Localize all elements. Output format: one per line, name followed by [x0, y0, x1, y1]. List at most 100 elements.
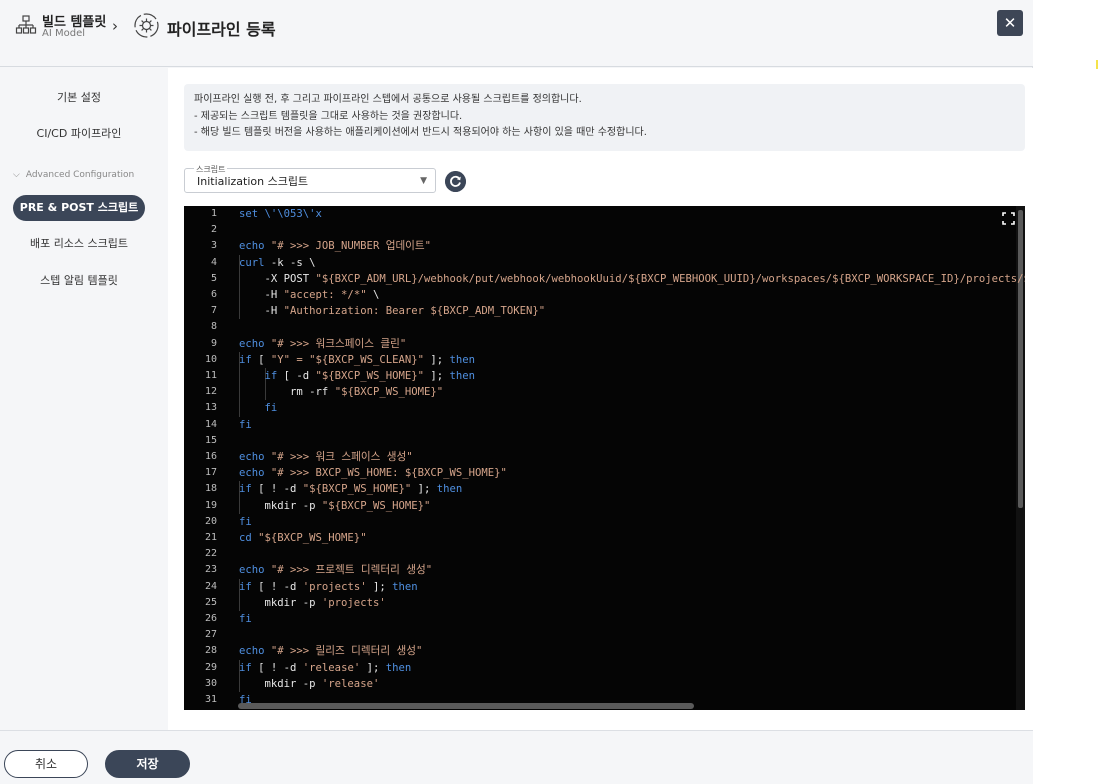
- code-token: if: [239, 370, 284, 382]
- code-token: -p: [302, 596, 322, 609]
- code-token: "# >>> 프로젝트 디렉터리 생성": [270, 564, 433, 577]
- code-line: 19 mkdir -p "${BXCP_WS_HOME}": [184, 498, 1012, 514]
- code-token: "# >>> 워크스페이스 클린": [270, 337, 407, 350]
- code-token: "${BXCP_WS_HOME}": [334, 386, 444, 399]
- code-token: then: [449, 353, 476, 366]
- sidebar-item-pre-post-script[interactable]: PRE & POST 스크립트: [13, 195, 145, 221]
- code-token: 'projects': [321, 596, 386, 609]
- code-text: -H "accept: */*" \: [239, 287, 380, 303]
- code-text: curl -k -s \: [239, 255, 316, 271]
- code-token: [ ! -d: [258, 483, 303, 496]
- code-line: 1 set \'\053\'x: [184, 206, 1012, 222]
- code-text: mkdir -p "${BXCP_WS_HOME}": [239, 498, 431, 514]
- info-line: 파이프라인 실행 전, 후 그리고 파이프라인 스텝에서 공통으로 사용될 스크…: [194, 94, 582, 105]
- line-number: 16: [204, 451, 217, 462]
- code-text: set \'\053\'x: [239, 206, 322, 222]
- code-line: 18 if [ ! -d "${BXCP_WS_HOME}" ]; then: [184, 481, 1012, 497]
- code-text: if [ ! -d 'release' ]; then: [239, 660, 411, 676]
- sidebar-group-label: Advanced Configuration: [25, 170, 135, 180]
- line-number: 3: [210, 240, 217, 252]
- code-line: 10 if [ "Y" = "${BXCP_WS_CLEAN}" ]; then: [184, 352, 1012, 368]
- code-line: 25 mkdir -p 'projects': [184, 595, 1012, 611]
- code-text: echo "# >>> 워크스페이스 클린": [239, 336, 406, 352]
- line-number: 17: [204, 467, 217, 479]
- code-text: mkdir -p 'projects': [239, 595, 386, 611]
- line-number: 19: [204, 499, 217, 511]
- code-token: \: [372, 289, 380, 301]
- close-button[interactable]: ✕: [997, 10, 1023, 36]
- code-line: 20 fi: [184, 514, 1012, 530]
- code-token: mkdir: [239, 596, 303, 609]
- code-line: 30 mkdir -p 'release': [184, 676, 1012, 692]
- code-line: 22: [184, 546, 1012, 562]
- code-line: 4 curl -k -s \: [184, 255, 1012, 271]
- footer: 취소 저장: [0, 730, 1033, 784]
- code-token: "${BXCP_WS_HOME}": [321, 499, 431, 512]
- template-tree-icon: [15, 15, 37, 34]
- line-number: 25: [204, 596, 217, 608]
- line-number: 20: [204, 515, 217, 527]
- code-token: -k -s \: [270, 256, 316, 269]
- sidebar-item-step-notification-template[interactable]: 스텝 알림 템플릿: [13, 268, 145, 294]
- save-button[interactable]: 저장: [105, 750, 190, 778]
- code-text: fi: [239, 417, 252, 433]
- code-line: 28 echo "# >>> 릴리즈 디렉터리 생성": [184, 643, 1012, 659]
- code-token: [ ! -d: [258, 661, 303, 674]
- line-number: 23: [204, 564, 217, 576]
- code-token: mkdir: [239, 677, 303, 690]
- vertical-scrollbar-thumb[interactable]: [1018, 210, 1023, 508]
- code-line: 14 fi: [184, 417, 1012, 433]
- code-token: if: [239, 661, 259, 674]
- refresh-icon[interactable]: [445, 171, 466, 192]
- code-line: 17 echo "# >>> BXCP_WS_HOME: ${BXCP_WS_HO…: [184, 465, 1012, 481]
- code-text: if [ ! -d "${BXCP_WS_HOME}" ]; then: [239, 481, 462, 497]
- line-number: 30: [204, 677, 217, 689]
- code-text: echo "# >>> JOB_NUMBER 업데이트": [239, 238, 431, 254]
- code-token: "# >>> JOB_NUMBER 업데이트": [270, 240, 432, 253]
- code-token: "Authorization: Bearer ${BXCP_ADM_TOKEN}…: [283, 305, 546, 318]
- script-select-label: 스크립트: [194, 164, 228, 175]
- code-token: then: [385, 661, 412, 674]
- code-token: echo: [239, 337, 271, 350]
- line-number: 8: [210, 321, 217, 333]
- code-token: if: [239, 580, 259, 593]
- line-number: 18: [204, 483, 217, 495]
- info-box: 파이프라인 실행 전, 후 그리고 파이프라인 스텝에서 공통으로 사용될 스크…: [184, 84, 1025, 151]
- code-text: echo "# >>> BXCP_WS_HOME: ${BXCP_WS_HOME…: [239, 465, 507, 481]
- code-editor[interactable]: 1 set \'\053\'x 2 3 echo "# >>> JOB_NUMBER 업…: [184, 206, 1025, 710]
- line-number: 6: [210, 289, 217, 300]
- code-text: if [ -d "${BXCP_WS_HOME}" ]; then: [239, 368, 476, 384]
- cancel-button[interactable]: 취소: [4, 750, 88, 778]
- line-number: 7: [210, 305, 217, 317]
- sidebar: 기본 설정 CI/CD 파이프라인 ⌵ Advanced Configuratio…: [0, 68, 168, 730]
- code-line: 3 echo "# >>> JOB_NUMBER 업데이트": [184, 238, 1012, 254]
- code-token: ];: [430, 370, 450, 382]
- code-text: -X POST "${BXCP_ADM_URL}/webhook/put/web…: [239, 271, 1026, 287]
- sidebar-item-deploy-resource-script[interactable]: 배포 리소스 스크립트: [13, 231, 145, 257]
- info-line: - 제공되는 스크립트 템플릿을 그대로 사용하는 것을 권장합니다.: [194, 110, 463, 122]
- code-token: mkdir: [239, 499, 303, 512]
- code-token: "${BXCP_ADM_URL}/webhook/put/webhook/web…: [315, 272, 1025, 285]
- code-token: cd: [239, 532, 259, 544]
- line-number: 29: [204, 661, 217, 673]
- code-token: -p: [302, 677, 322, 690]
- line-number: 21: [204, 532, 217, 543]
- code-line: 8: [184, 319, 1012, 335]
- sidebar-group-advanced[interactable]: ⌵ Advanced Configuration: [13, 168, 134, 182]
- line-number: 28: [204, 645, 217, 657]
- code-token: 'projects': [302, 580, 373, 593]
- code-text: fi: [239, 400, 278, 416]
- breadcrumb-chevron-icon: ›: [112, 17, 118, 35]
- code-token: "${BXCP_WS_HOME}": [302, 483, 418, 496]
- sidebar-item-basic-settings[interactable]: 기본 설정: [13, 85, 145, 111]
- page-title: 파이프라인 등록: [167, 20, 276, 39]
- code-token: set \'\053\'x: [239, 208, 322, 220]
- code-token: ];: [372, 580, 393, 593]
- code-text: echo "# >>> 릴리즈 디렉터리 생성": [239, 643, 422, 659]
- code-token: ];: [430, 353, 450, 366]
- code-token: -rf: [309, 386, 335, 399]
- sidebar-item-cicd-pipeline[interactable]: CI/CD 파이프라인: [13, 121, 145, 147]
- dialog-window: 빌드 템플릿 AI Model › 파이프라인 등록 ✕ 기본 설정 CI/CD…: [0, 0, 1033, 784]
- line-number: 2: [210, 224, 217, 236]
- code-line: 13 fi: [184, 400, 1012, 416]
